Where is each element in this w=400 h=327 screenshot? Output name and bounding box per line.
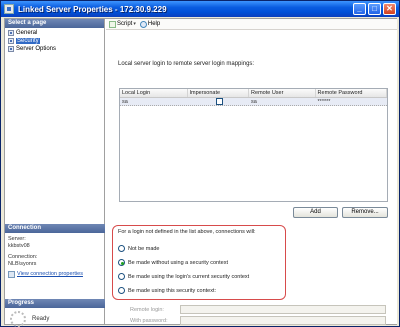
page-list: General Security Server Options [5,28,104,53]
chevron-down-icon: ▾ [133,21,136,27]
radio-button[interactable] [118,245,125,252]
connection-label: Connection: [8,254,38,260]
progress-area: Ready [10,311,49,327]
radio-not-be-made[interactable]: Not be made [118,245,160,252]
help-button[interactable]: Help [139,20,161,28]
page-icon [8,38,14,44]
title-bar[interactable]: Linked Server Properties - 172.30.9.229 … [1,1,399,17]
column-header-remote-user[interactable]: Remote User [249,89,316,97]
script-button[interactable]: Script ▾ [109,20,136,28]
login-mappings-grid[interactable]: Local Login Impersonate Remote User Remo… [119,88,388,202]
table-row[interactable]: sa sa ****** [120,98,387,106]
add-button[interactable]: Add [293,207,338,218]
left-pane: Select a page General Security Server Op… [5,19,105,327]
remove-button[interactable]: Remove... [342,207,388,218]
page-item-label: Server Options [16,46,57,52]
progress-spinner-icon [10,311,26,327]
mappings-description: Local server login to remote server logi… [118,61,255,67]
radio-current-security-context[interactable]: Be made using the login's current securi… [118,273,249,280]
radio-button[interactable] [118,273,125,280]
page-item-general[interactable]: General [8,29,104,37]
cell-remote-user[interactable]: sa [249,98,316,105]
close-button[interactable]: ✕ [383,3,396,15]
server-label: Server: [8,236,26,242]
linked-server-properties-window: Linked Server Properties - 172.30.9.229 … [0,0,400,327]
cell-local-login[interactable]: sa [120,98,188,105]
progress-header: Progress [5,299,105,308]
column-header-local-login[interactable]: Local Login [120,89,188,97]
script-icon [109,20,116,28]
properties-icon [8,271,15,278]
cell-remote-password[interactable]: ****** [316,98,387,105]
dialog-client-area: Select a page General Security Server Op… [4,18,397,327]
window-controls: _ □ ✕ [353,3,396,15]
radio-label: Be made using this security context: [128,287,217,294]
radio-label: Be made without using a security context [128,259,228,266]
radio-button[interactable] [118,287,125,294]
view-connection-properties-label: View connection properties [17,271,83,277]
server-value: kkbstv08 [8,243,30,249]
cell-impersonate[interactable] [188,98,250,105]
page-icon [8,30,14,36]
progress-status: Ready [32,316,50,322]
unmapped-login-description: For a login not defined in the list abov… [118,229,256,235]
view-connection-properties-link[interactable]: View connection properties [8,271,104,278]
select-page-header: Select a page [5,19,104,28]
column-header-impersonate[interactable]: Impersonate [188,89,250,97]
script-label: Script [117,21,133,27]
minimize-button[interactable]: _ [353,3,366,15]
toolbar: Script ▾ Help [106,19,397,30]
radio-label: Not be made [128,245,160,252]
impersonate-checkbox[interactable] [215,98,223,105]
page-item-label: Security [16,38,40,44]
remote-login-field[interactable] [180,305,386,314]
maximize-button[interactable]: □ [368,3,381,15]
radio-label: Be made using the login's current securi… [128,273,250,280]
help-label: Help [147,21,161,27]
with-password-field[interactable] [180,316,386,325]
connection-value: NLB\syonrs [8,261,37,267]
connection-header: Connection [5,224,105,233]
help-icon [139,20,147,28]
window-icon [4,4,14,14]
page-item-label: General [16,30,38,36]
with-password-label: With password: [130,318,168,324]
page-item-server-options[interactable]: Server Options [8,45,104,53]
radio-without-security-context[interactable]: Be made without using a security context [118,259,228,266]
window-title: Linked Server Properties - 172.30.9.229 [18,4,167,14]
radio-button[interactable] [118,259,125,266]
page-item-security[interactable]: Security [8,37,104,45]
grid-header: Local Login Impersonate Remote User Remo… [120,89,388,98]
column-header-remote-password[interactable]: Remote Password [316,89,388,97]
connection-info: Server: kkbstv08 Connection: NLB\syonrs … [8,236,104,278]
page-icon [8,46,14,52]
radio-this-security-context[interactable]: Be made using this security context: [118,287,216,294]
remote-login-label: Remote login: [130,307,164,313]
right-pane: Script ▾ Help Local server login to remo… [106,19,397,325]
